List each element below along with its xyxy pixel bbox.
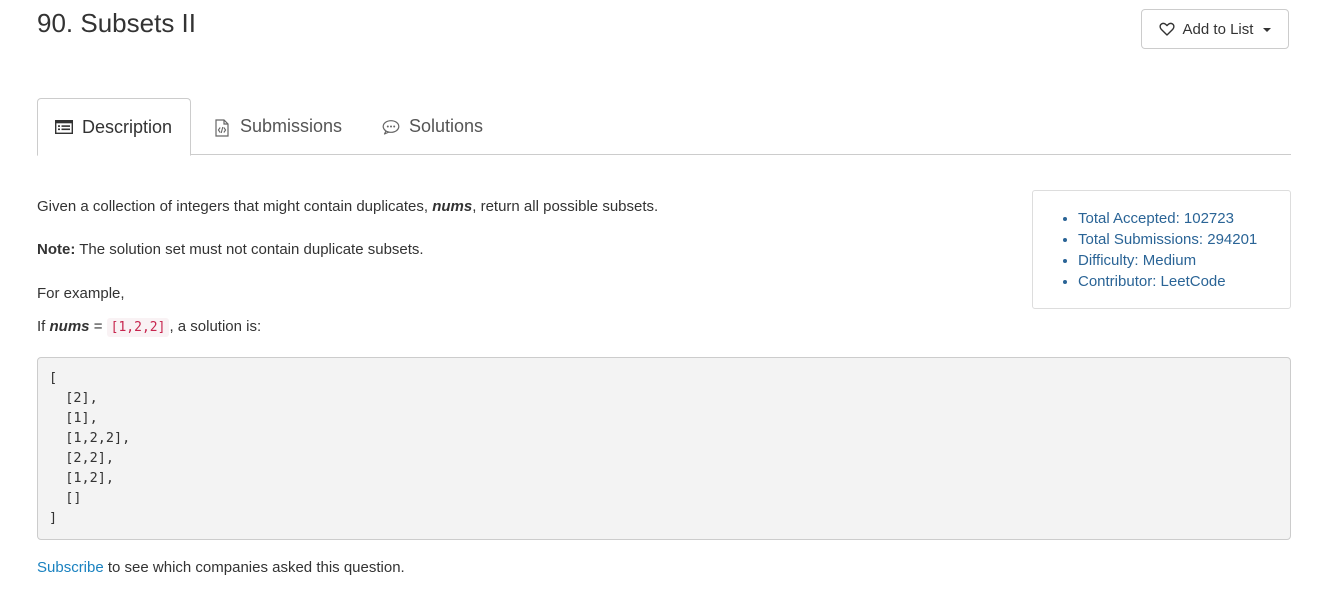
- problem-stats-panel: Total Accepted: 102723 Total Submissions…: [1032, 190, 1291, 309]
- example-line: If nums = [1,2,2], a solution is:: [37, 317, 261, 338]
- description-text: Given a collection of integers that migh…: [37, 198, 433, 215]
- tab-solutions[interactable]: Solutions: [382, 98, 483, 155]
- description-text-end: , return all possible subsets.: [472, 198, 659, 215]
- tab-description-label: Description: [82, 116, 173, 137]
- tab-submissions[interactable]: Submissions: [213, 98, 342, 155]
- subscribe-line: Subscribe to see which companies asked t…: [37, 558, 405, 578]
- description-paragraph: Given a collection of integers that migh…: [37, 197, 658, 217]
- subscribe-link[interactable]: Subscribe: [37, 559, 104, 576]
- nums-variable-example: nums: [49, 318, 90, 335]
- nums-variable: nums: [432, 198, 473, 215]
- note-text: The solution set must not contain duplic…: [75, 241, 424, 258]
- add-to-list-label: Add to List: [1182, 20, 1254, 38]
- if-label: If: [37, 318, 50, 335]
- equals-sign: =: [89, 318, 107, 335]
- list-icon: [54, 119, 74, 135]
- code-file-icon: [213, 118, 231, 137]
- inline-code-value: [1,2,2]: [106, 318, 170, 337]
- page-title: 90. Subsets II: [37, 8, 196, 38]
- stat-difficulty: Difficulty: Medium: [1078, 250, 1290, 271]
- chat-bubble-icon: [382, 119, 400, 135]
- tab-solutions-label: Solutions: [409, 116, 484, 136]
- heart-icon: [1158, 21, 1175, 37]
- stat-contributor: Contributor: LeetCode: [1078, 271, 1290, 292]
- example-output-code-block: [ [2], [1], [1,2,2], [2,2], [1,2], [] ]: [37, 357, 1291, 540]
- add-to-list-button[interactable]: Add to List: [1141, 9, 1289, 49]
- stat-total-submissions: Total Submissions: 294201: [1078, 229, 1290, 250]
- tab-description[interactable]: Description: [37, 98, 191, 156]
- tab-bar: Description Submissions Solutions: [37, 98, 1291, 156]
- example-line-end: , a solution is:: [169, 318, 262, 335]
- note-label: Note:: [37, 241, 76, 258]
- stat-total-accepted: Total Accepted: 102723: [1078, 208, 1290, 229]
- note-paragraph: Note: The solution set must not contain …: [37, 240, 424, 260]
- problem-page: 90. Subsets II Add to List Description S…: [0, 0, 1319, 589]
- example-intro: For example,: [37, 285, 125, 302]
- subscribe-text: to see which companies asked this questi…: [103, 559, 405, 576]
- tab-submissions-label: Submissions: [240, 116, 343, 136]
- caret-down-icon: [1263, 28, 1272, 32]
